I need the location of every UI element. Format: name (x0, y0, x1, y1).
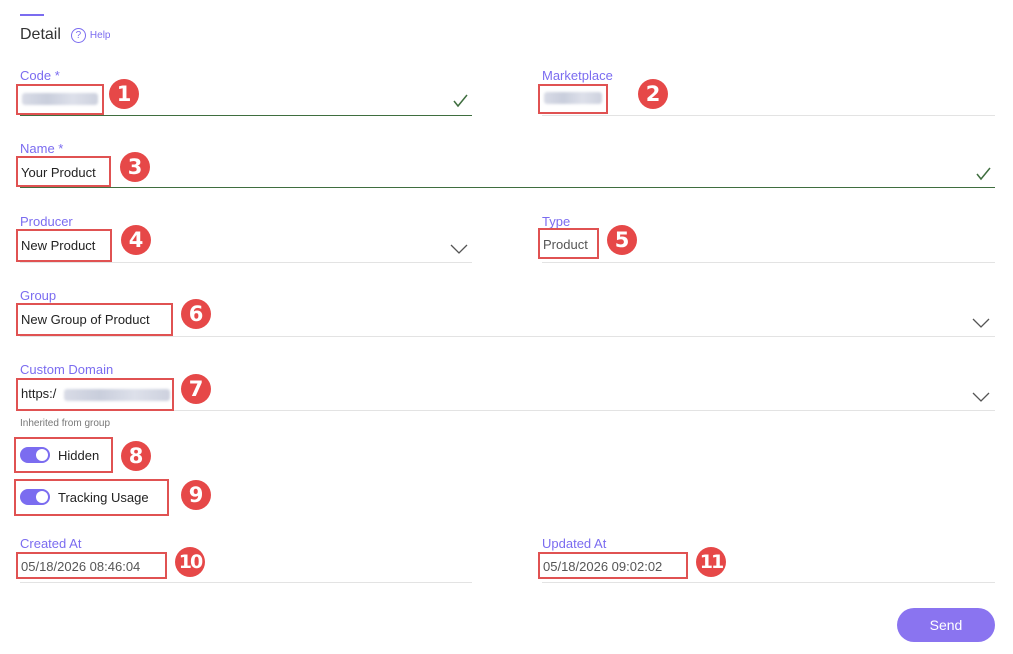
annotation-box-8 (14, 437, 113, 473)
annotation-badge-8: 8 (121, 441, 151, 471)
annotation-box-9 (14, 479, 169, 516)
code-underline (20, 115, 472, 116)
section-header: Detail ? Help (20, 26, 110, 44)
annotation-box-3 (16, 156, 111, 187)
updated-at-underline (542, 582, 995, 583)
page-title: Detail (20, 26, 61, 43)
annotation-box-7 (16, 378, 174, 411)
annotation-badge-4: 4 (121, 225, 151, 255)
annotation-badge-6: 6 (181, 299, 211, 329)
group-label: Group (20, 288, 57, 303)
producer-label: Producer (20, 214, 73, 229)
annotation-box-5 (538, 228, 599, 259)
updated-at-label: Updated At (542, 536, 607, 551)
name-underline (20, 187, 995, 188)
annotation-badge-3: 3 (120, 152, 150, 182)
chevron-down-icon[interactable] (972, 392, 990, 402)
chevron-down-icon[interactable] (972, 318, 990, 328)
annotation-box-2 (538, 84, 608, 114)
annotation-badge-1: 1 (109, 79, 139, 109)
annotation-box-10 (16, 552, 167, 579)
annotation-badge-9: 9 (181, 480, 211, 510)
annotation-badge-11: 11 (696, 547, 726, 577)
annotation-badge-10: 10 (175, 547, 205, 577)
check-icon (453, 94, 468, 108)
created-at-underline (20, 582, 472, 583)
send-button[interactable]: Send (897, 608, 995, 642)
producer-underline (20, 262, 472, 263)
name-label: Name * (20, 141, 64, 156)
type-underline (542, 262, 995, 263)
annotation-box-6 (16, 303, 173, 336)
marketplace-underline (542, 115, 995, 116)
annotation-badge-7: 7 (181, 374, 211, 404)
custom-domain-hint: Inherited from group (20, 418, 111, 429)
help-circle-icon[interactable]: ? (70, 27, 86, 43)
help-link[interactable]: Help (90, 30, 111, 41)
annotation-box-11 (538, 552, 688, 579)
marketplace-label: Marketplace (542, 68, 613, 83)
annotation-box-1 (16, 84, 104, 115)
type-label: Type (542, 214, 571, 229)
annotation-badge-5: 5 (607, 225, 637, 255)
header-accent-bar (20, 14, 44, 16)
custom-domain-label: Custom Domain (20, 362, 114, 377)
annotation-badge-2: 2 (638, 79, 668, 109)
created-at-label: Created At (20, 536, 82, 551)
check-icon (976, 167, 991, 181)
annotation-box-4 (16, 229, 112, 262)
code-label: Code * (20, 68, 60, 83)
group-underline (20, 336, 995, 337)
chevron-down-icon[interactable] (450, 244, 468, 254)
